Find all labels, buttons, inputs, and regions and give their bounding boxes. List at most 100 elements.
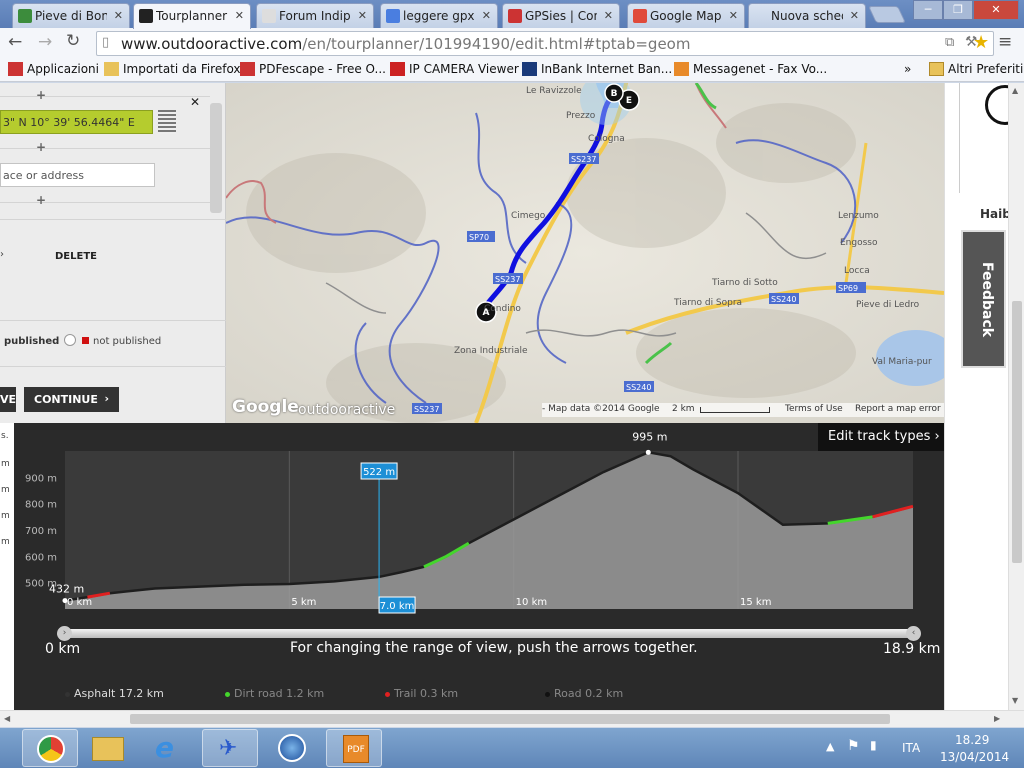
bookmark-2[interactable]: Importati da Firefox <box>104 62 241 76</box>
map-footer: - Map data ©2014 Google 2 km Terms of Us… <box>542 403 944 417</box>
tab-3[interactable]: Forum Indipe ✕ <box>256 3 374 28</box>
tab-4[interactable]: leggere gpx s ✕ <box>380 3 498 28</box>
tab-title: Pieve di Bono <box>35 9 107 23</box>
taskbar-app[interactable]: ✈ <box>202 729 258 767</box>
scroll-down-icon[interactable]: ▼ <box>1012 696 1018 705</box>
tab-close-icon[interactable]: ✕ <box>358 9 367 22</box>
scroll-thumb[interactable] <box>1012 301 1022 563</box>
profile-chart[interactable]: 900 m800 m700 m600 m500 m0 km 5 km 10 km 15… <box>0 423 944 710</box>
bookmarks-overflow[interactable]: » <box>904 62 911 76</box>
tab-close-icon[interactable]: ✕ <box>482 9 491 22</box>
legend-dot-icon <box>545 692 550 697</box>
bookmark-label: InBank Internet Ban... <box>541 62 673 76</box>
add-waypoint-icon[interactable]: + <box>36 140 46 154</box>
tab-7[interactable]: Nuova scheda ✕ <box>748 3 866 28</box>
min-elevation-label: 432 m <box>49 583 84 596</box>
tab-6[interactable]: Google Maps ✕ <box>627 3 745 28</box>
add-waypoint-icon[interactable]: + <box>36 88 46 102</box>
clock-time[interactable]: 18.29 <box>955 733 989 747</box>
address-bar[interactable]: ▯ www.outdooractive.com/en/tourplanner/1… <box>96 31 994 56</box>
add-waypoint-icon[interactable]: + <box>36 193 46 207</box>
y-tick-label: 600 m <box>25 552 57 563</box>
feedback-tab[interactable]: Feedback <box>961 230 1006 368</box>
bookmark-6[interactable]: Messagenet - Fax Vo... <box>674 62 827 76</box>
bookmark-5[interactable]: InBank Internet Ban... <box>522 62 672 76</box>
report-error-link[interactable]: Report a map error <box>855 404 941 414</box>
tab-strip: Pieve di Bono✕Tourplanner✕Forum Indipe✕l… <box>0 0 1024 29</box>
panel-scrollbar[interactable] <box>210 103 222 213</box>
language-indicator[interactable]: ITA <box>902 741 920 755</box>
other-bookmarks[interactable]: Altri Preferiti <box>929 62 1023 76</box>
minimize-button[interactable]: ─ <box>913 0 943 20</box>
tray-arrow-icon[interactable]: ▲ <box>826 740 834 753</box>
reload-icon[interactable]: ↻ <box>66 31 80 51</box>
not-published-option[interactable]: not published <box>93 336 161 347</box>
forward-icon[interactable]: → <box>38 32 52 52</box>
taskbar-pdf[interactable]: PDF <box>326 729 382 767</box>
menu-icon[interactable]: ≡ <box>998 32 1012 52</box>
legend-item: Road 0.2 km <box>545 687 623 700</box>
back-button[interactable]: VE <box>0 387 16 412</box>
map-canvas[interactable]: SS237 SP70 SS237 SS240 SP69 SS240 SS237 Prezzo… <box>226 83 944 423</box>
page-horizontal-scrollbar[interactable]: ◀ ▶ <box>0 710 1024 727</box>
bookmark-3[interactable]: PDFescape - Free O... <box>240 62 386 76</box>
page-vertical-scrollbar[interactable]: ▲ ▼ <box>1008 83 1024 710</box>
tab-close-icon[interactable]: ✕ <box>850 9 859 22</box>
tab-title: Google Maps <box>650 9 722 23</box>
place-search-input[interactable]: ace or address <box>0 163 155 187</box>
partial-heading: Haib <box>980 207 1011 221</box>
tab-title: Nuova scheda <box>771 9 843 23</box>
taskbar-earth[interactable] <box>264 729 320 767</box>
range-start-handle-icon[interactable]: › <box>57 626 72 641</box>
place-label: Tiarno di Sopra <box>673 298 742 308</box>
bookmark-1[interactable]: Applicazioni <box>8 62 99 76</box>
tab-close-icon[interactable]: ✕ <box>114 9 123 22</box>
scroll-up-icon[interactable]: ▲ <box>1012 86 1018 95</box>
network-icon[interactable]: ▮ <box>870 738 877 752</box>
range-slider-track[interactable] <box>65 629 913 638</box>
taskbar-ie[interactable]: e <box>140 729 196 767</box>
close-window-button[interactable]: ✕ <box>973 0 1019 20</box>
translate-icon[interactable]: ⧉ <box>945 35 954 50</box>
delete-button[interactable]: DELETE <box>55 251 97 262</box>
tab-close-icon[interactable]: ✕ <box>604 9 613 22</box>
new-tab-button[interactable] <box>868 6 906 23</box>
taskbar-chrome[interactable] <box>22 729 78 767</box>
h-scroll-thumb[interactable] <box>130 714 890 724</box>
tab-5[interactable]: GPSies | Conv ✕ <box>502 3 620 28</box>
scroll-left-icon[interactable]: ◀ <box>4 714 10 723</box>
feedback-label: Feedback <box>979 262 995 338</box>
bookmark-4[interactable]: IP CAMERA Viewer <box>390 62 519 76</box>
divider <box>0 219 226 220</box>
scroll-right-icon[interactable]: ▶ <box>994 714 1000 723</box>
tab-2[interactable]: Tourplanner ✕ <box>133 3 251 29</box>
not-published-radio[interactable] <box>64 334 76 346</box>
drag-handle-icon[interactable] <box>158 110 176 134</box>
place-label: Cimego <box>511 211 546 221</box>
star-icon[interactable]: ★ <box>973 32 989 53</box>
map-view[interactable]: SS237 SP70 SS237 SS240 SP69 SS240 SS237 Prezzo… <box>226 83 944 423</box>
tab-close-icon[interactable]: ✕ <box>729 9 738 22</box>
y-tick-label: 800 m <box>25 500 57 511</box>
continue-button[interactable]: CONTINUE › <box>24 387 119 412</box>
taskbar-explorer[interactable] <box>80 729 136 767</box>
tab-close-icon[interactable]: ✕ <box>235 9 244 22</box>
maximize-button[interactable]: ❐ <box>943 0 973 20</box>
place-label: Zona Industriale <box>454 346 528 356</box>
tab-favicon-icon <box>754 9 768 23</box>
previous-arrow-icon[interactable]: › <box>0 249 4 260</box>
published-option[interactable]: published <box>4 336 59 347</box>
ie-icon: e <box>155 731 174 764</box>
close-icon[interactable]: ✕ <box>190 95 200 109</box>
tab-title: GPSies | Conv <box>525 9 597 23</box>
bookmark-icon <box>522 62 537 76</box>
tab-favicon-icon <box>262 9 276 23</box>
range-end-handle-icon[interactable]: ‹ <box>906 626 921 641</box>
tab-1[interactable]: Pieve di Bono ✕ <box>12 3 130 28</box>
place-label: Engosso <box>840 238 878 248</box>
back-icon[interactable]: ← <box>8 32 22 52</box>
flag-icon[interactable]: ⚑ <box>847 738 860 754</box>
clock-date[interactable]: 13/04/2014 <box>940 750 1009 764</box>
terms-link[interactable]: Terms of Use <box>785 404 843 414</box>
coordinate-field[interactable]: 3" N 10° 39' 56.4464" E <box>0 110 153 134</box>
